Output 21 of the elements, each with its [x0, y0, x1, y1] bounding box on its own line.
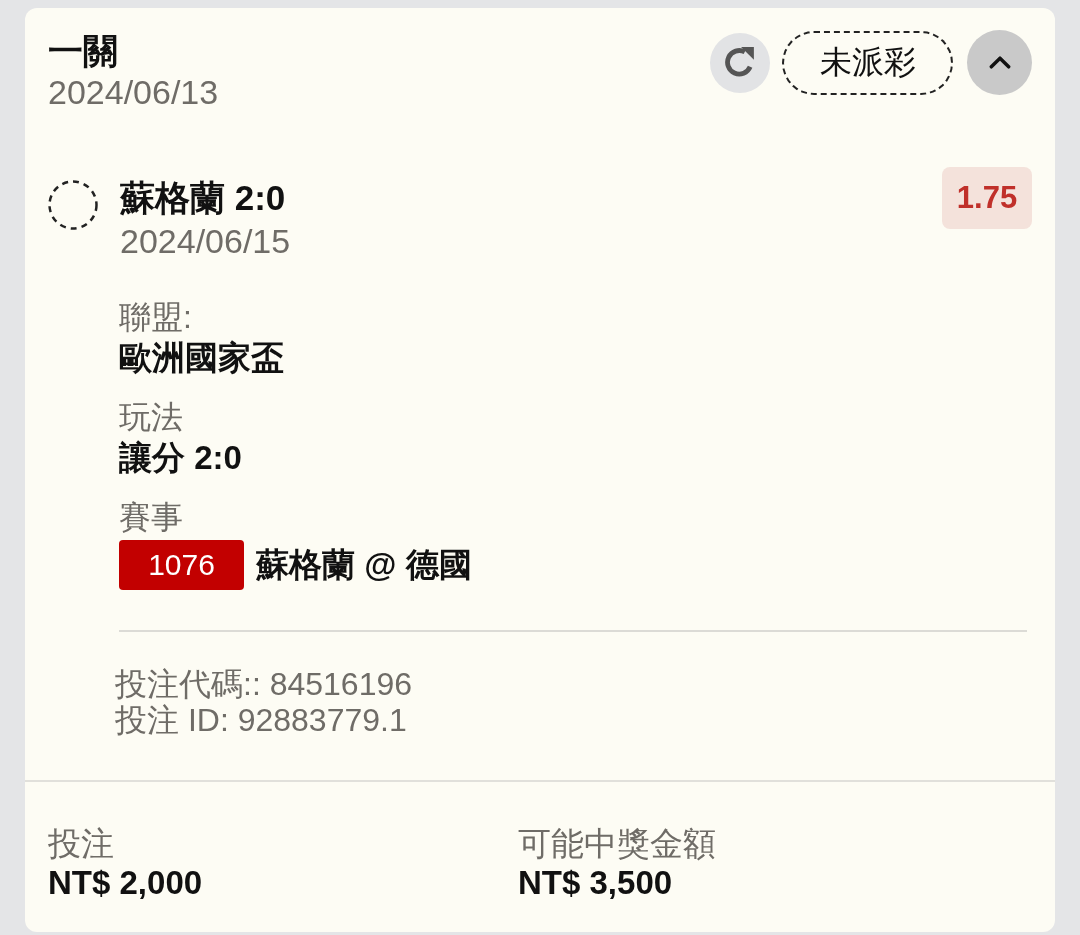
detail-value: 讓分 2:0 — [119, 438, 243, 478]
odds-badge: 1.75 — [942, 167, 1032, 229]
dashed-circle-icon — [48, 180, 98, 230]
status-tag: 未派彩 — [782, 30, 953, 95]
bet-code-text: 投注代碼:: 84516196 — [115, 666, 414, 702]
detail-label: 玩法 — [119, 398, 184, 437]
detail-value: 歐洲國家盃 — [119, 338, 285, 378]
detail-label: 聯盟: — [119, 298, 193, 337]
refresh-icon — [724, 46, 756, 79]
amount-value: NT$ 3,500 — [518, 864, 674, 902]
detail-value: 蘇格蘭 @ 德國 — [256, 545, 472, 585]
match-date: 2024/06/15 — [120, 221, 292, 262]
bet-type-title: 一關 — [48, 30, 119, 72]
amount-label: 可能中獎金額 — [518, 824, 717, 864]
amount-label: 投注 — [48, 824, 115, 864]
selection-name: 蘇格蘭 2:0 — [120, 177, 287, 219]
bet-code-text: 投注 ID: 92883779.1 — [115, 702, 408, 738]
detail-label: 賽事 — [119, 498, 184, 537]
amount-value: NT$ 2,000 — [48, 864, 204, 902]
event-number-badge: 1076 — [119, 540, 244, 590]
bet-date: 2024/06/13 — [48, 72, 219, 112]
